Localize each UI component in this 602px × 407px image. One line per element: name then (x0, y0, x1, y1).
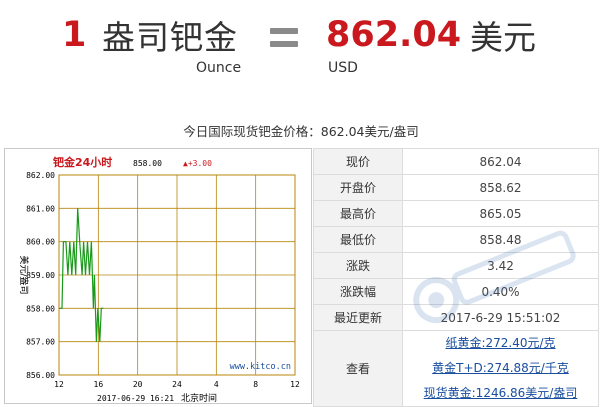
palladium-24h-chart: 862.00 861.00 860.00 859.00 858.00 857.00 856.… (4, 148, 312, 404)
equals-icon (270, 28, 298, 54)
chart-title: 钯金24小时 (52, 155, 112, 169)
ounce-quantity: 1 (62, 15, 87, 55)
info-row: 最近更新 2017-6-29 15:51:02 (313, 304, 599, 331)
info-row-links: 查看 纸黄金:272.40元/克 黄金T+D:274.88元/千克 现货黄金:1246… (313, 330, 599, 407)
chart-source: www.kitco.cn (230, 362, 291, 372)
summary-label: 今日国际现货钯金价格： (183, 124, 321, 139)
price-header: 1 盎司钯金 Ounce 862.04 美元 USD (0, 0, 602, 90)
info-row-label: 最近更新 (313, 304, 403, 331)
usd-unit-en: USD (328, 60, 358, 76)
usd-price-value: 862.04 (326, 15, 462, 55)
x-tick-label: 12 (54, 380, 64, 389)
info-row-value: 862.04 (402, 148, 599, 175)
related-price-link[interactable]: 纸黄金:272.40元/克 (403, 331, 598, 356)
info-row-value: 3.42 (402, 252, 599, 279)
info-row: 涨跌幅 0.40% (313, 278, 599, 305)
usd-unit-label: 美元 (470, 18, 536, 57)
info-row-label: 最低价 (313, 226, 403, 253)
info-row-label: 涨跌幅 (313, 278, 403, 305)
x-tick-label: 20 (133, 380, 143, 389)
related-links: 纸黄金:272.40元/克 黄金T+D:274.88元/千克 现货黄金:1246.8… (402, 330, 599, 407)
info-row-label: 开盘价 (313, 174, 403, 201)
info-row-value: 865.05 (402, 200, 599, 227)
ounce-unit-en: Ounce (196, 60, 242, 76)
summary-unit: 美元/盎司 (364, 124, 419, 139)
x-axis-label: 北京时间 (181, 392, 217, 403)
related-price-link[interactable]: 黄金T+D:274.88元/千克 (403, 356, 598, 381)
info-row-label: 现价 (313, 148, 403, 175)
y-axis-label: 美元/盎司 (18, 255, 30, 294)
x-tick-label: 4 (214, 380, 219, 389)
info-row-label: 涨跌 (313, 252, 403, 279)
info-row: 最高价 865.05 (313, 200, 599, 227)
chart-timestamp: 2017-06-29 16:21 (97, 394, 174, 403)
y-tick-label: 860.00 (26, 238, 55, 247)
summary-price: 862.04 (320, 124, 365, 139)
y-tick-label: 858.00 (26, 304, 55, 313)
current-price-summary: 今日国际现货钯金价格：862.04美元/盎司 (0, 121, 602, 140)
y-tick-label: 861.00 (26, 204, 55, 213)
chart-change-label: ▲+3.00 (183, 159, 212, 168)
x-tick-label: 24 (172, 380, 182, 389)
info-row-label: 最高价 (313, 200, 403, 227)
chart-price-label: 858.00 (133, 159, 162, 168)
info-row-value: 858.48 (402, 226, 599, 253)
y-tick-label: 862.00 (26, 171, 55, 180)
info-row-value: 0.40% (402, 278, 599, 305)
y-tick-label: 859.00 (26, 271, 55, 280)
y-tick-label: 857.00 (26, 338, 55, 347)
chart-canvas: 862.00 861.00 860.00 859.00 858.00 857.00 856.… (18, 155, 300, 403)
x-tick-label: 16 (94, 380, 104, 389)
info-row: 开盘价 858.62 (313, 174, 599, 201)
related-price-link[interactable]: 现货黄金:1246.86美元/盎司 (403, 381, 598, 406)
info-row-value: 858.62 (402, 174, 599, 201)
price-info-table: 现价 862.04 开盘价 858.62 最高价 865.05 最低价 858.48 涨跌 3.4… (313, 148, 599, 407)
x-tick-label: 12 (290, 380, 300, 389)
info-row: 涨跌 3.42 (313, 252, 599, 279)
x-tick-label: 8 (253, 380, 258, 389)
ounce-unit-label: 盎司钯金 (102, 18, 238, 57)
info-row-value: 2017-6-29 15:51:02 (402, 304, 599, 331)
info-row: 最低价 858.48 (313, 226, 599, 253)
y-tick-label: 856.00 (26, 371, 55, 380)
look-label: 查看 (313, 330, 403, 407)
info-row: 现价 862.04 (313, 148, 599, 175)
